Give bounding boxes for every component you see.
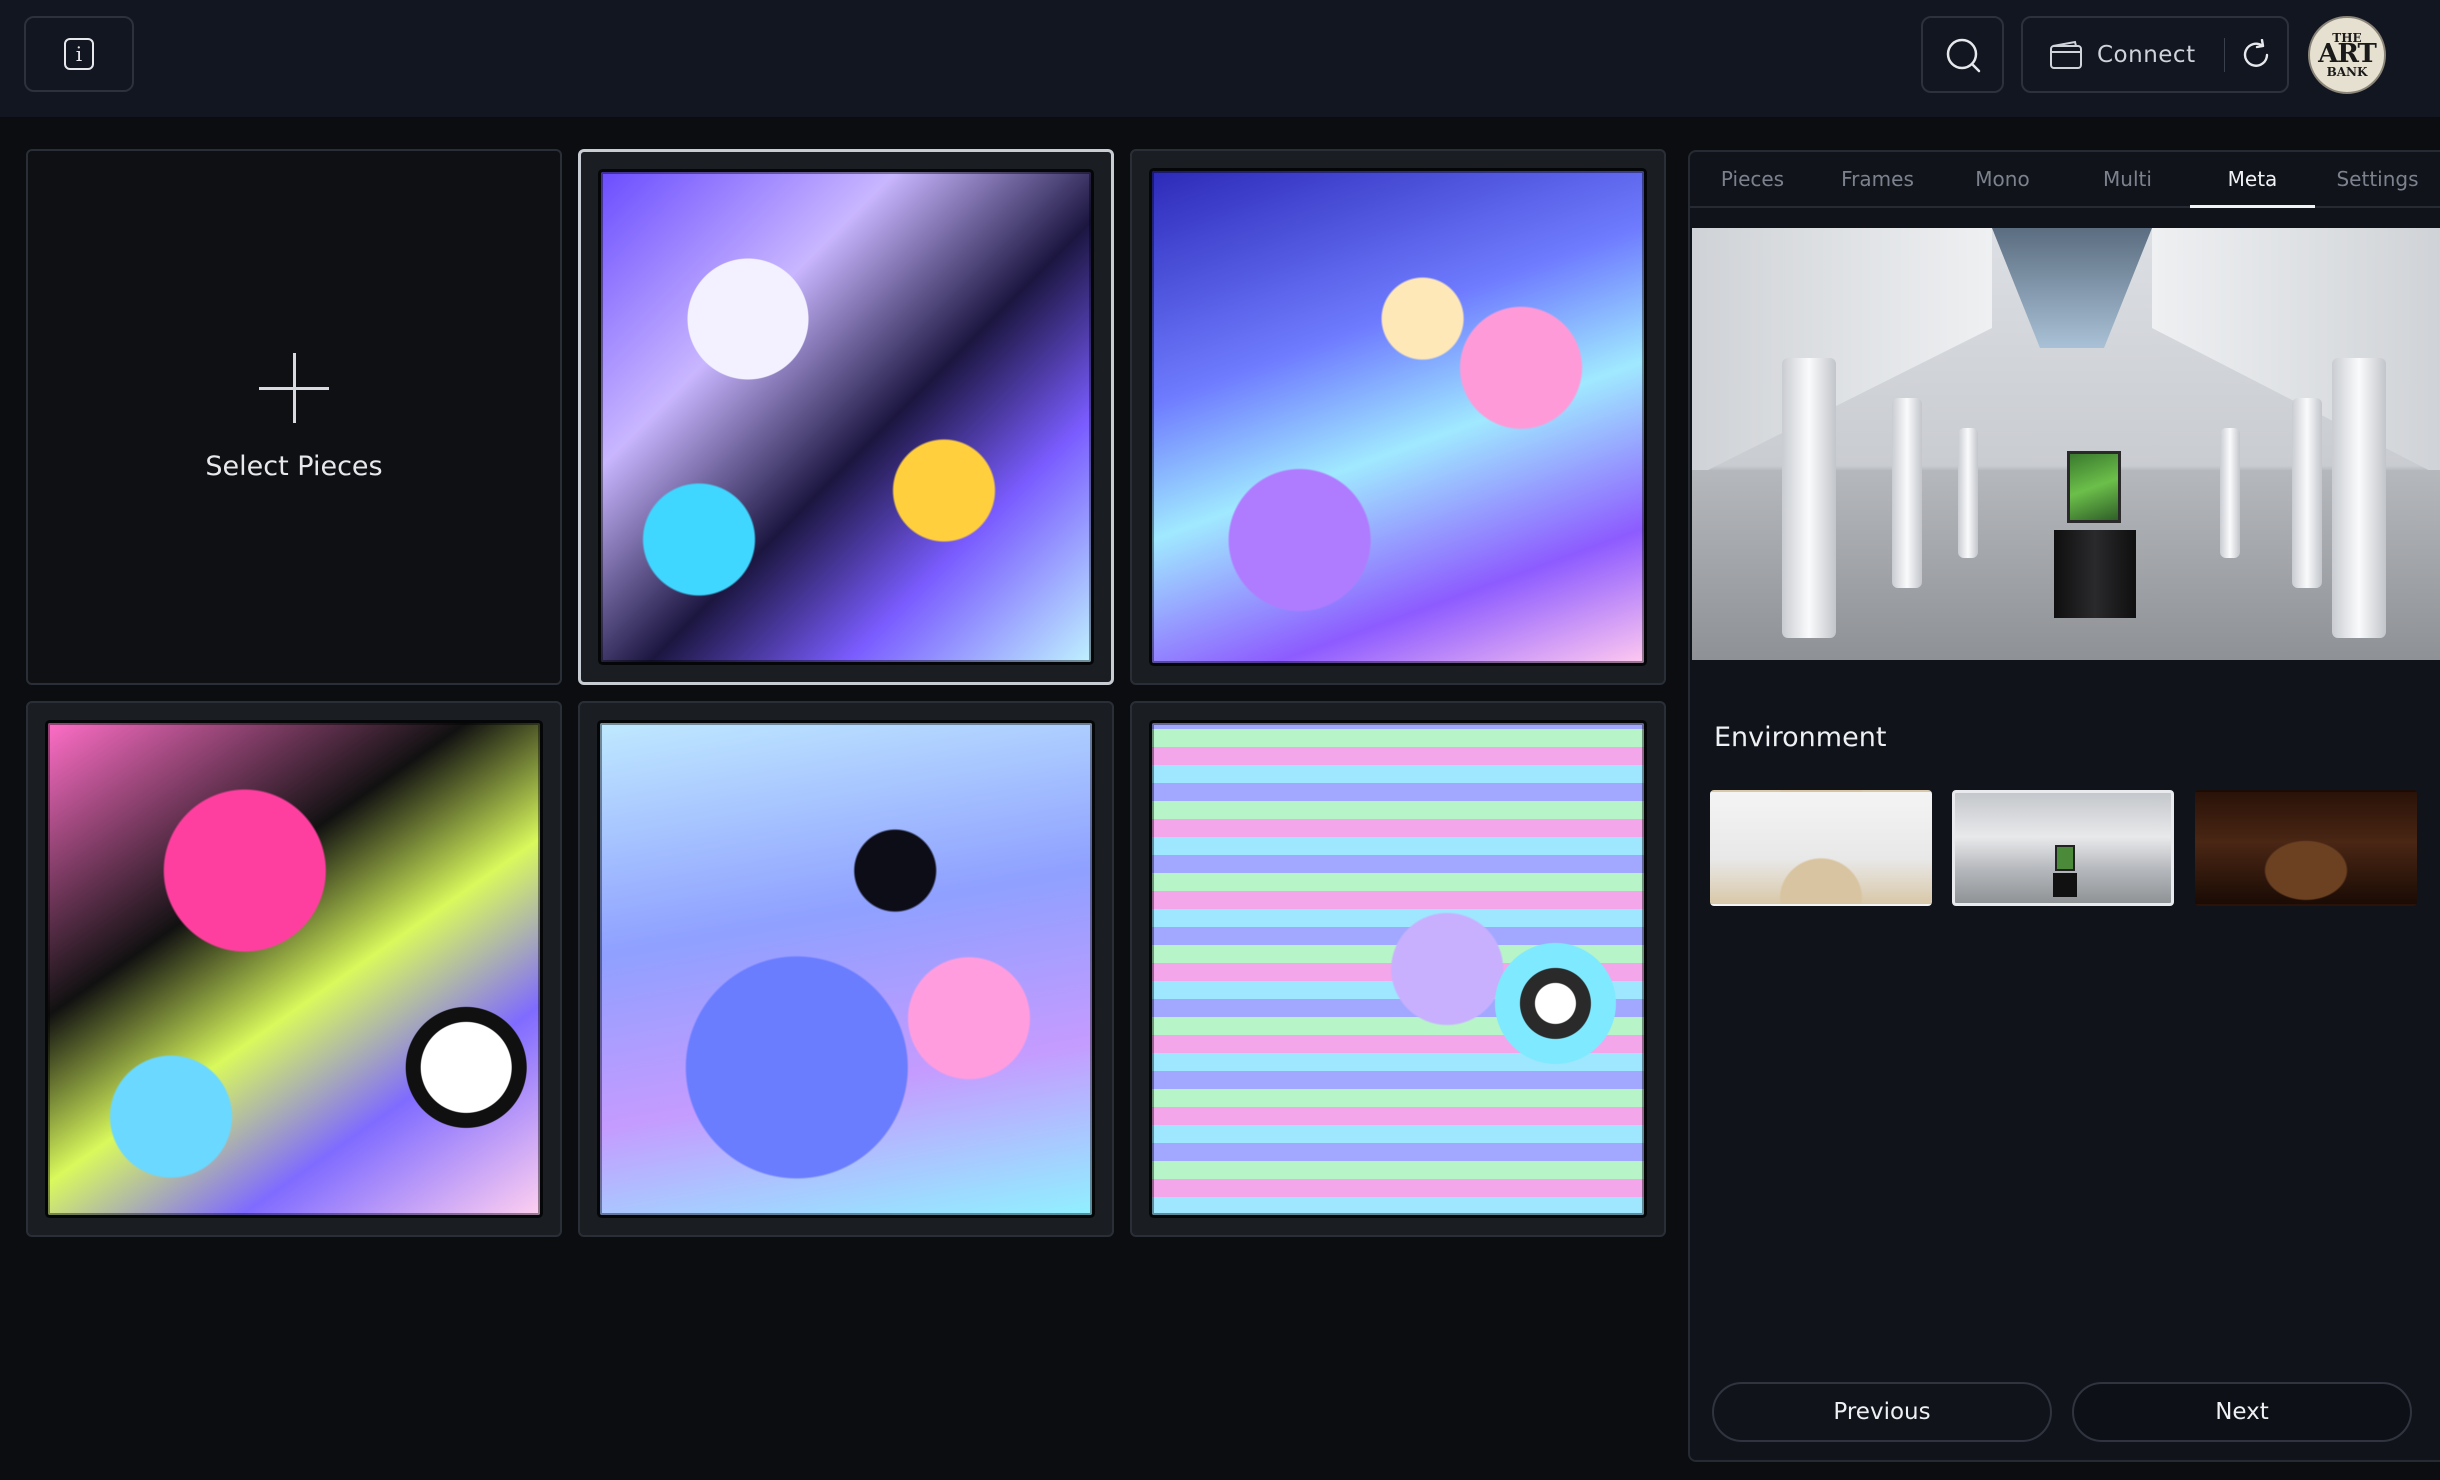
column [1892,398,1922,588]
settings-panel: Pieces Frames Mono Multi Meta Settings E… [1688,150,2440,1462]
refresh-button[interactable] [2225,18,2287,91]
tab-pieces[interactable]: Pieces [1690,152,1815,206]
previous-button[interactable]: Previous [1712,1382,2052,1442]
artwork-tile-5[interactable] [1130,701,1666,1237]
ceiling-left [1692,228,1992,478]
tab-meta[interactable]: Meta [2190,152,2315,208]
preview-plinth [2054,530,2136,618]
connect-button[interactable]: Connect [2023,18,2196,91]
column [2220,428,2240,558]
next-button[interactable]: Next [2072,1382,2412,1442]
select-pieces-tile[interactable]: Select Pieces [26,149,562,685]
environment-preview[interactable] [1692,228,2440,660]
environment-white-gallery[interactable] [1710,790,1932,906]
tab-mono[interactable]: Mono [1940,152,2065,206]
skylight [1992,228,2152,348]
artwork-image [1152,171,1644,663]
artwork-image [600,723,1092,1215]
select-pieces-label: Select Pieces [205,450,383,482]
connect-label: Connect [2097,41,2196,68]
search-icon [1946,38,1980,72]
artwork-image [601,172,1091,662]
refresh-icon [2244,38,2269,67]
top-bar: i Connect THE ART BANK [0,0,2440,118]
info-icon: i [64,38,94,70]
connect-group: Connect [2021,16,2289,93]
panel-tabs: Pieces Frames Mono Multi Meta Settings [1690,152,2440,208]
thumb-plinth [2053,873,2077,897]
environment-title: Environment [1714,722,1887,753]
logo-line-3: BANK [2326,64,2368,79]
artwork-tile-1[interactable] [578,149,1114,685]
artwork-tile-4[interactable] [578,701,1114,1237]
artwork-tile-3[interactable] [26,701,562,1237]
environment-arched-hall[interactable] [1952,790,2174,906]
info-button[interactable]: i [24,16,134,92]
preview-artwork [2070,454,2118,520]
column [2292,398,2322,588]
column [1958,428,1978,558]
tab-settings[interactable]: Settings [2315,152,2440,206]
plus-icon [259,352,329,423]
wallet-icon [2050,40,2082,69]
logo-line-2: ART [2318,39,2377,70]
tab-frames[interactable]: Frames [1815,152,1940,206]
artwork-image [48,723,540,1215]
tab-multi[interactable]: Multi [2065,152,2190,206]
environment-dark-wood-room[interactable] [2195,790,2417,906]
artwork-image [1152,723,1644,1215]
search-button[interactable] [1921,16,2004,93]
column [2332,358,2386,638]
column [1782,358,1836,638]
thumb-artwork [2057,847,2073,869]
art-bank-logo[interactable]: THE ART BANK [2308,16,2386,94]
artwork-tile-2[interactable] [1130,149,1666,685]
